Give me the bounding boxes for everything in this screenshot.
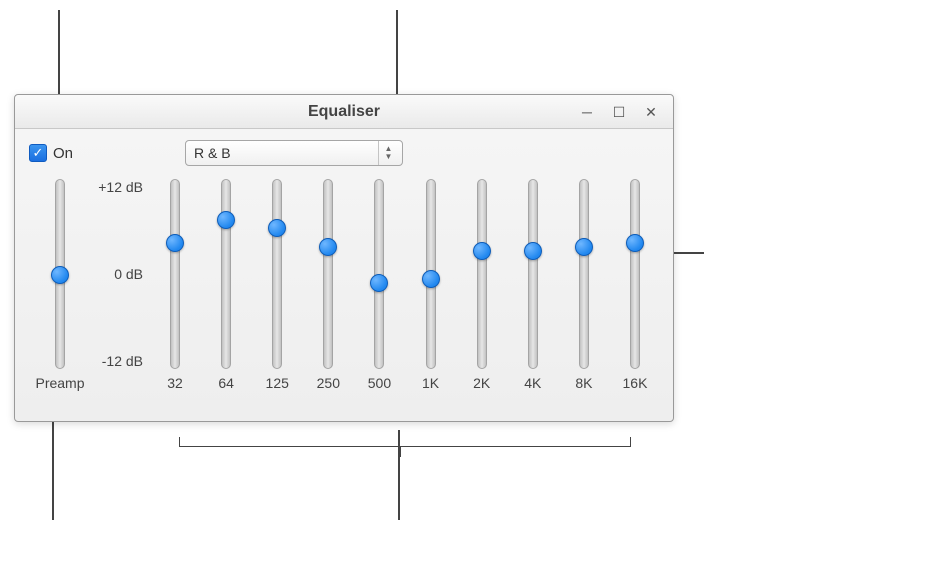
close-button[interactable]: ✕ xyxy=(635,99,667,125)
band-thumb-32[interactable] xyxy=(166,234,184,252)
band-label-500: 500 xyxy=(368,375,391,391)
maximize-icon: ☐ xyxy=(613,104,626,121)
band-slider-16K[interactable] xyxy=(630,179,640,369)
chevron-up-down-icon: ▲▼ xyxy=(378,141,398,165)
band-thumb-2K[interactable] xyxy=(473,242,491,260)
band-label-4K: 4K xyxy=(524,375,541,391)
preset-select[interactable]: R & B ▲▼ xyxy=(185,140,403,166)
band-label-16K: 16K xyxy=(623,375,648,391)
on-label: On xyxy=(53,145,73,162)
on-toggle[interactable]: ✓ On xyxy=(29,144,73,162)
band-8K: 8K xyxy=(564,175,604,405)
preamp-label: Preamp xyxy=(35,375,84,391)
band-32: 32 xyxy=(155,175,195,405)
equaliser-area: Preamp +12 dB 0 dB -12 dB 32 64 125 250 500 1… xyxy=(29,175,659,405)
close-icon: ✕ xyxy=(645,104,657,121)
preamp-thumb[interactable] xyxy=(51,266,69,284)
top-controls: ✓ On R & B ▲▼ xyxy=(29,137,659,169)
band-slider-32[interactable] xyxy=(170,179,180,369)
preamp-column: Preamp xyxy=(29,175,91,405)
db-mid-label: 0 dB xyxy=(114,266,143,282)
band-slider-1K[interactable] xyxy=(426,179,436,369)
band-slider-125[interactable] xyxy=(272,179,282,369)
maximize-button[interactable]: ☐ xyxy=(603,99,635,125)
preamp-slider[interactable] xyxy=(55,179,65,369)
band-500: 500 xyxy=(359,175,399,405)
band-label-8K: 8K xyxy=(575,375,592,391)
band-thumb-250[interactable] xyxy=(319,238,337,256)
band-thumb-1K[interactable] xyxy=(422,270,440,288)
band-thumb-4K[interactable] xyxy=(524,242,542,260)
band-250: 250 xyxy=(308,175,348,405)
checkbox-icon: ✓ xyxy=(29,144,47,162)
band-16K: 16K xyxy=(615,175,655,405)
band-slider-8K[interactable] xyxy=(579,179,589,369)
band-2K: 2K xyxy=(462,175,502,405)
band-64: 64 xyxy=(206,175,246,405)
band-label-125: 125 xyxy=(266,375,289,391)
window-content: ✓ On R & B ▲▼ Preamp +12 dB 0 dB -12 dB xyxy=(15,129,673,421)
preset-value: R & B xyxy=(194,145,231,161)
titlebar: Equaliser ─ ☐ ✕ xyxy=(15,95,673,129)
band-thumb-64[interactable] xyxy=(217,211,235,229)
bands-bracket xyxy=(179,437,631,447)
band-label-250: 250 xyxy=(317,375,340,391)
db-scale: +12 dB 0 dB -12 dB xyxy=(91,175,147,405)
band-slider-500[interactable] xyxy=(374,179,384,369)
band-thumb-125[interactable] xyxy=(268,219,286,237)
band-label-32: 32 xyxy=(167,375,183,391)
band-slider-4K[interactable] xyxy=(528,179,538,369)
band-slider-250[interactable] xyxy=(323,179,333,369)
window-controls: ─ ☐ ✕ xyxy=(571,99,667,125)
band-1K: 1K xyxy=(411,175,451,405)
band-thumb-8K[interactable] xyxy=(575,238,593,256)
minimize-button[interactable]: ─ xyxy=(571,99,603,125)
band-label-1K: 1K xyxy=(422,375,439,391)
eq-bands: 32 64 125 250 500 1K 2K 4K 8K 16K xyxy=(147,175,659,405)
equaliser-window: Equaliser ─ ☐ ✕ ✓ On R & B ▲▼ xyxy=(14,94,674,422)
band-label-64: 64 xyxy=(218,375,234,391)
band-4K: 4K xyxy=(513,175,553,405)
band-125: 125 xyxy=(257,175,297,405)
db-max-label: +12 dB xyxy=(98,179,143,195)
band-slider-2K[interactable] xyxy=(477,179,487,369)
band-label-2K: 2K xyxy=(473,375,490,391)
minimize-icon: ─ xyxy=(582,104,592,120)
band-thumb-500[interactable] xyxy=(370,274,388,292)
band-thumb-16K[interactable] xyxy=(626,234,644,252)
band-slider-64[interactable] xyxy=(221,179,231,369)
db-min-label: -12 dB xyxy=(102,353,143,369)
